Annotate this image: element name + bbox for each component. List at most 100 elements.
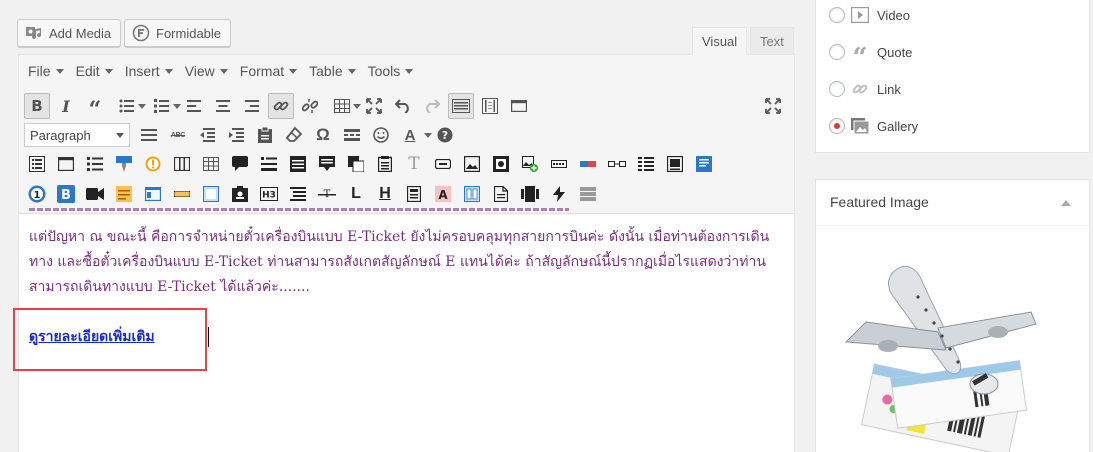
indent-icon[interactable]	[223, 122, 249, 148]
align-center-icon[interactable]	[210, 93, 236, 119]
chevron-up-icon[interactable]	[1061, 200, 1071, 206]
button-shape-icon[interactable]	[430, 151, 456, 177]
box-lines-icon[interactable]	[285, 151, 311, 177]
editor-content[interactable]: แต่ปัญหา ณ ขณะนี้ คือการจำหน่ายตั๋วเครื่…	[29, 225, 784, 300]
tabs-box-icon[interactable]	[662, 151, 688, 177]
smiley-icon[interactable]	[368, 122, 394, 148]
add-media-label: Add Media	[49, 25, 112, 41]
content-paragraph: แต่ปัญหา ณ ขณะนี้ คือการจำหน่ายตั๋วเครื่…	[29, 229, 770, 295]
menu-edit[interactable]: Edit	[70, 56, 119, 86]
insert-link-icon[interactable]	[268, 93, 294, 119]
numbered-list-icon[interactable]	[146, 93, 181, 119]
menu-format-label: Format	[239, 63, 285, 79]
format-radio-video[interactable]	[829, 7, 845, 23]
list-heading-icon[interactable]	[256, 151, 282, 177]
format-option-video[interactable]: Video	[829, 6, 910, 24]
menu-insert-label: Insert	[124, 63, 160, 79]
menu-table[interactable]: Table	[303, 56, 361, 86]
format-radio-quote[interactable]	[829, 44, 845, 60]
tab-visual-label: Visual	[702, 34, 738, 49]
strikethrough-icon[interactable]: ABC	[165, 122, 191, 148]
paste-text-icon[interactable]	[252, 122, 278, 148]
format-option-link[interactable]: Link	[829, 80, 901, 98]
text-color-icon[interactable]: A	[397, 122, 432, 148]
featured-image-panel: Featured Image	[815, 179, 1090, 452]
text-t-icon[interactable]: T	[401, 151, 427, 177]
tab-text-label: Text	[760, 33, 784, 49]
alert-icon[interactable]	[140, 151, 166, 177]
show-blocks-icon[interactable]	[477, 93, 503, 119]
toolbar-row-2: Paragraph ABC Ω A ?	[24, 122, 461, 148]
menu-view[interactable]: View	[179, 56, 234, 86]
chevron-down-icon	[219, 68, 228, 74]
format-radio-gallery[interactable]	[829, 118, 845, 134]
gallery-icon	[851, 117, 869, 135]
format-option-gallery[interactable]: Gallery	[829, 117, 918, 135]
tab-visual[interactable]: Visual	[692, 27, 748, 55]
bold-icon[interactable]: B	[24, 93, 50, 119]
toolbar-row-1: B I “	[24, 93, 789, 121]
redo-icon[interactable]	[419, 93, 445, 119]
photo-gallery-icon[interactable]	[488, 151, 514, 177]
fullscreen-icon[interactable]	[361, 93, 387, 119]
chevron-down-icon	[164, 68, 173, 74]
svg-text:A: A	[438, 188, 448, 202]
speech-bubble-icon[interactable]	[227, 151, 253, 177]
stacked-bars-icon[interactable]	[575, 181, 601, 207]
toolbar-box-icon[interactable]	[506, 93, 532, 119]
distraction-free-icon[interactable]	[760, 93, 786, 119]
special-character-icon[interactable]: Ω	[310, 122, 336, 148]
outdent-icon[interactable]	[194, 122, 220, 148]
grid-table-icon[interactable]	[198, 151, 224, 177]
list-bullets-icon[interactable]	[82, 151, 108, 177]
menu-tools[interactable]: Tools	[362, 56, 420, 86]
window-icon[interactable]	[53, 151, 79, 177]
menu-format[interactable]: Format	[234, 56, 303, 86]
chevron-down-icon	[289, 68, 298, 74]
format-label-quote: Quote	[877, 44, 913, 60]
read-more-icon[interactable]	[339, 122, 365, 148]
progress-bar-icon[interactable]	[575, 151, 601, 177]
featured-image-airplane[interactable]	[826, 262, 1046, 452]
align-justify-icon[interactable]	[633, 151, 659, 177]
horizontal-line-icon[interactable]	[136, 122, 162, 148]
format-radio-link[interactable]	[829, 81, 845, 97]
columns-icon[interactable]	[169, 151, 195, 177]
tab-text[interactable]: Text	[750, 27, 794, 54]
chevron-down-icon	[116, 132, 124, 138]
add-media-button[interactable]: Add Media	[17, 19, 122, 47]
paragraph-format-value: Paragraph	[30, 127, 91, 143]
clipped-text-line	[29, 203, 569, 213]
toolbar-row-3: T	[24, 151, 720, 177]
notepad-icon[interactable]	[372, 151, 398, 177]
chevron-down-icon	[405, 68, 414, 74]
panel-divider	[816, 225, 1089, 226]
svg-text:B: B	[61, 188, 71, 203]
menu-insert[interactable]: Insert	[119, 56, 179, 86]
table-icon[interactable]	[326, 93, 361, 119]
eraser-icon[interactable]	[281, 122, 307, 148]
toolbar-toggle-icon[interactable]	[448, 93, 474, 119]
formidable-button[interactable]: Formidable	[124, 19, 232, 47]
format-option-quote[interactable]: “ Quote	[829, 43, 913, 71]
spacer-icon[interactable]	[604, 151, 630, 177]
pin-map-icon[interactable]	[111, 151, 137, 177]
add-image-icon[interactable]	[517, 151, 543, 177]
blue-document-icon[interactable]	[691, 151, 717, 177]
format-label-link: Link	[877, 81, 901, 97]
form-list-icon[interactable]	[24, 151, 50, 177]
unlink-icon[interactable]	[297, 93, 323, 119]
image-frame-icon[interactable]	[459, 151, 485, 177]
italic-icon[interactable]: I	[53, 93, 79, 119]
paragraph-format-select[interactable]: Paragraph	[24, 123, 130, 147]
bullet-list-icon[interactable]	[111, 93, 146, 119]
menu-file[interactable]: File	[22, 56, 70, 86]
align-left-icon[interactable]	[181, 93, 207, 119]
message-box-icon[interactable]	[314, 151, 340, 177]
note-icon[interactable]	[343, 151, 369, 177]
blockquote-icon[interactable]: “	[82, 93, 108, 121]
help-icon[interactable]: ?	[432, 122, 458, 148]
dotted-line-icon[interactable]	[546, 151, 572, 177]
align-right-icon[interactable]	[239, 93, 265, 119]
undo-icon[interactable]	[390, 93, 416, 119]
